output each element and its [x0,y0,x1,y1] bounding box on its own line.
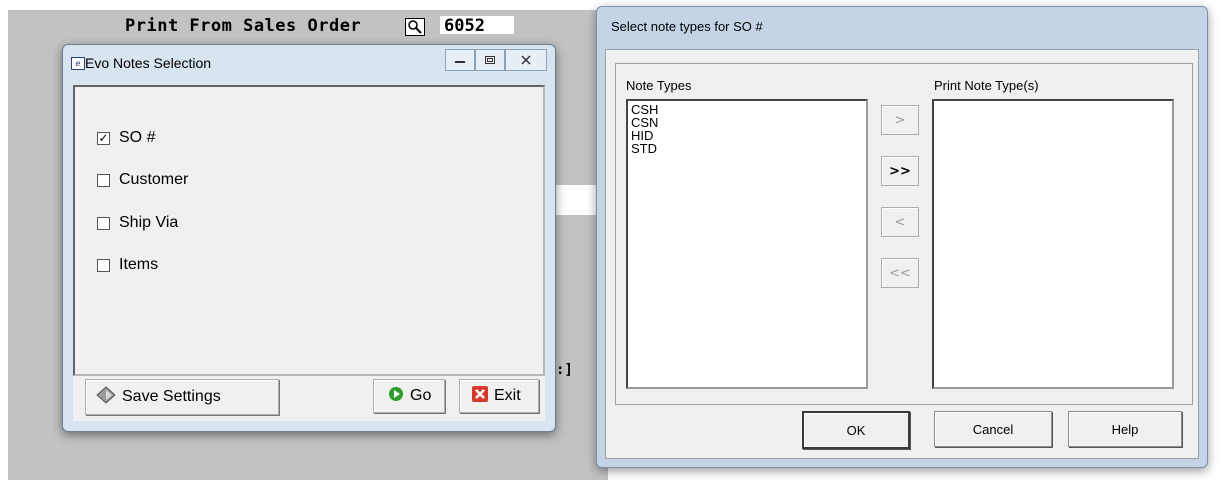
legacy-partial-text: :] [556,362,573,378]
checkbox-checked-icon[interactable]: ✓ [97,131,110,145]
restore-icon[interactable] [475,49,505,71]
remove-one-button[interactable]: < [881,207,919,237]
minimize-icon[interactable] [445,49,475,71]
checkbox-ship-via[interactable]: Ship Via [97,214,178,232]
note-types-label: Note Types [626,78,692,93]
list-item[interactable]: STD [628,142,866,155]
checkbox-label: Customer [119,171,189,188]
note-types-group: Note Types Print Note Type(s) CSH CSN HID S… [615,63,1193,405]
lookup-icon[interactable] [405,18,425,36]
exit-button[interactable]: Exit [459,379,539,413]
close-icon[interactable] [505,49,547,71]
go-button[interactable]: Go [373,379,445,413]
exit-icon [472,385,488,407]
checkbox-unchecked-icon[interactable] [97,258,110,272]
diamond-icon [96,385,116,409]
cancel-button[interactable]: Cancel [934,411,1052,447]
checkbox-unchecked-icon[interactable] [97,173,110,187]
add-all-button[interactable]: >> [881,156,919,186]
remove-all-button[interactable]: << [881,258,919,288]
evo-notes-selection-window: e Evo Notes Selection ✓ SO # Customer Sh… [62,44,556,432]
dialog-body: Note Types Print Note Type(s) CSH CSN HID S… [605,49,1199,459]
options-panel: ✓ SO # Customer Ship Via Items [73,85,545,376]
checkbox-unchecked-icon[interactable] [97,216,110,230]
dialog-title: Select note types for SO # [611,19,763,34]
list-item[interactable]: CSN [628,116,866,129]
window-title: Evo Notes Selection [85,55,212,71]
document-icon: e [71,57,85,70]
list-item[interactable]: HID [628,129,866,142]
legacy-screen-title: Print From Sales Order [125,16,362,36]
add-one-button[interactable]: > [881,105,919,135]
print-note-types-listbox[interactable] [932,99,1174,389]
button-bar: Save Settings Go Exit [73,376,545,421]
select-note-types-dialog: Select note types for SO # Note Types Pr… [596,6,1208,468]
checkbox-label: Items [119,256,159,273]
order-number-field[interactable]: 6052 [440,16,514,36]
list-item[interactable]: CSH [628,103,866,116]
ok-button[interactable]: OK [802,411,910,449]
checkbox-items[interactable]: Items [97,256,158,274]
save-settings-label: Save Settings [122,388,221,405]
checkbox-label: Ship Via [119,214,179,231]
exit-label: Exit [494,387,521,404]
print-note-types-label: Print Note Type(s) [934,78,1039,93]
go-label: Go [410,387,432,404]
checkbox-customer[interactable]: Customer [97,171,188,189]
save-settings-button[interactable]: Save Settings [85,379,279,415]
checkbox-so-number[interactable]: ✓ SO # [97,129,155,147]
window-controls [445,49,547,71]
note-types-listbox[interactable]: CSH CSN HID STD [626,99,868,389]
play-icon [388,386,404,407]
checkbox-label: SO # [119,129,156,146]
help-button[interactable]: Help [1068,411,1182,447]
